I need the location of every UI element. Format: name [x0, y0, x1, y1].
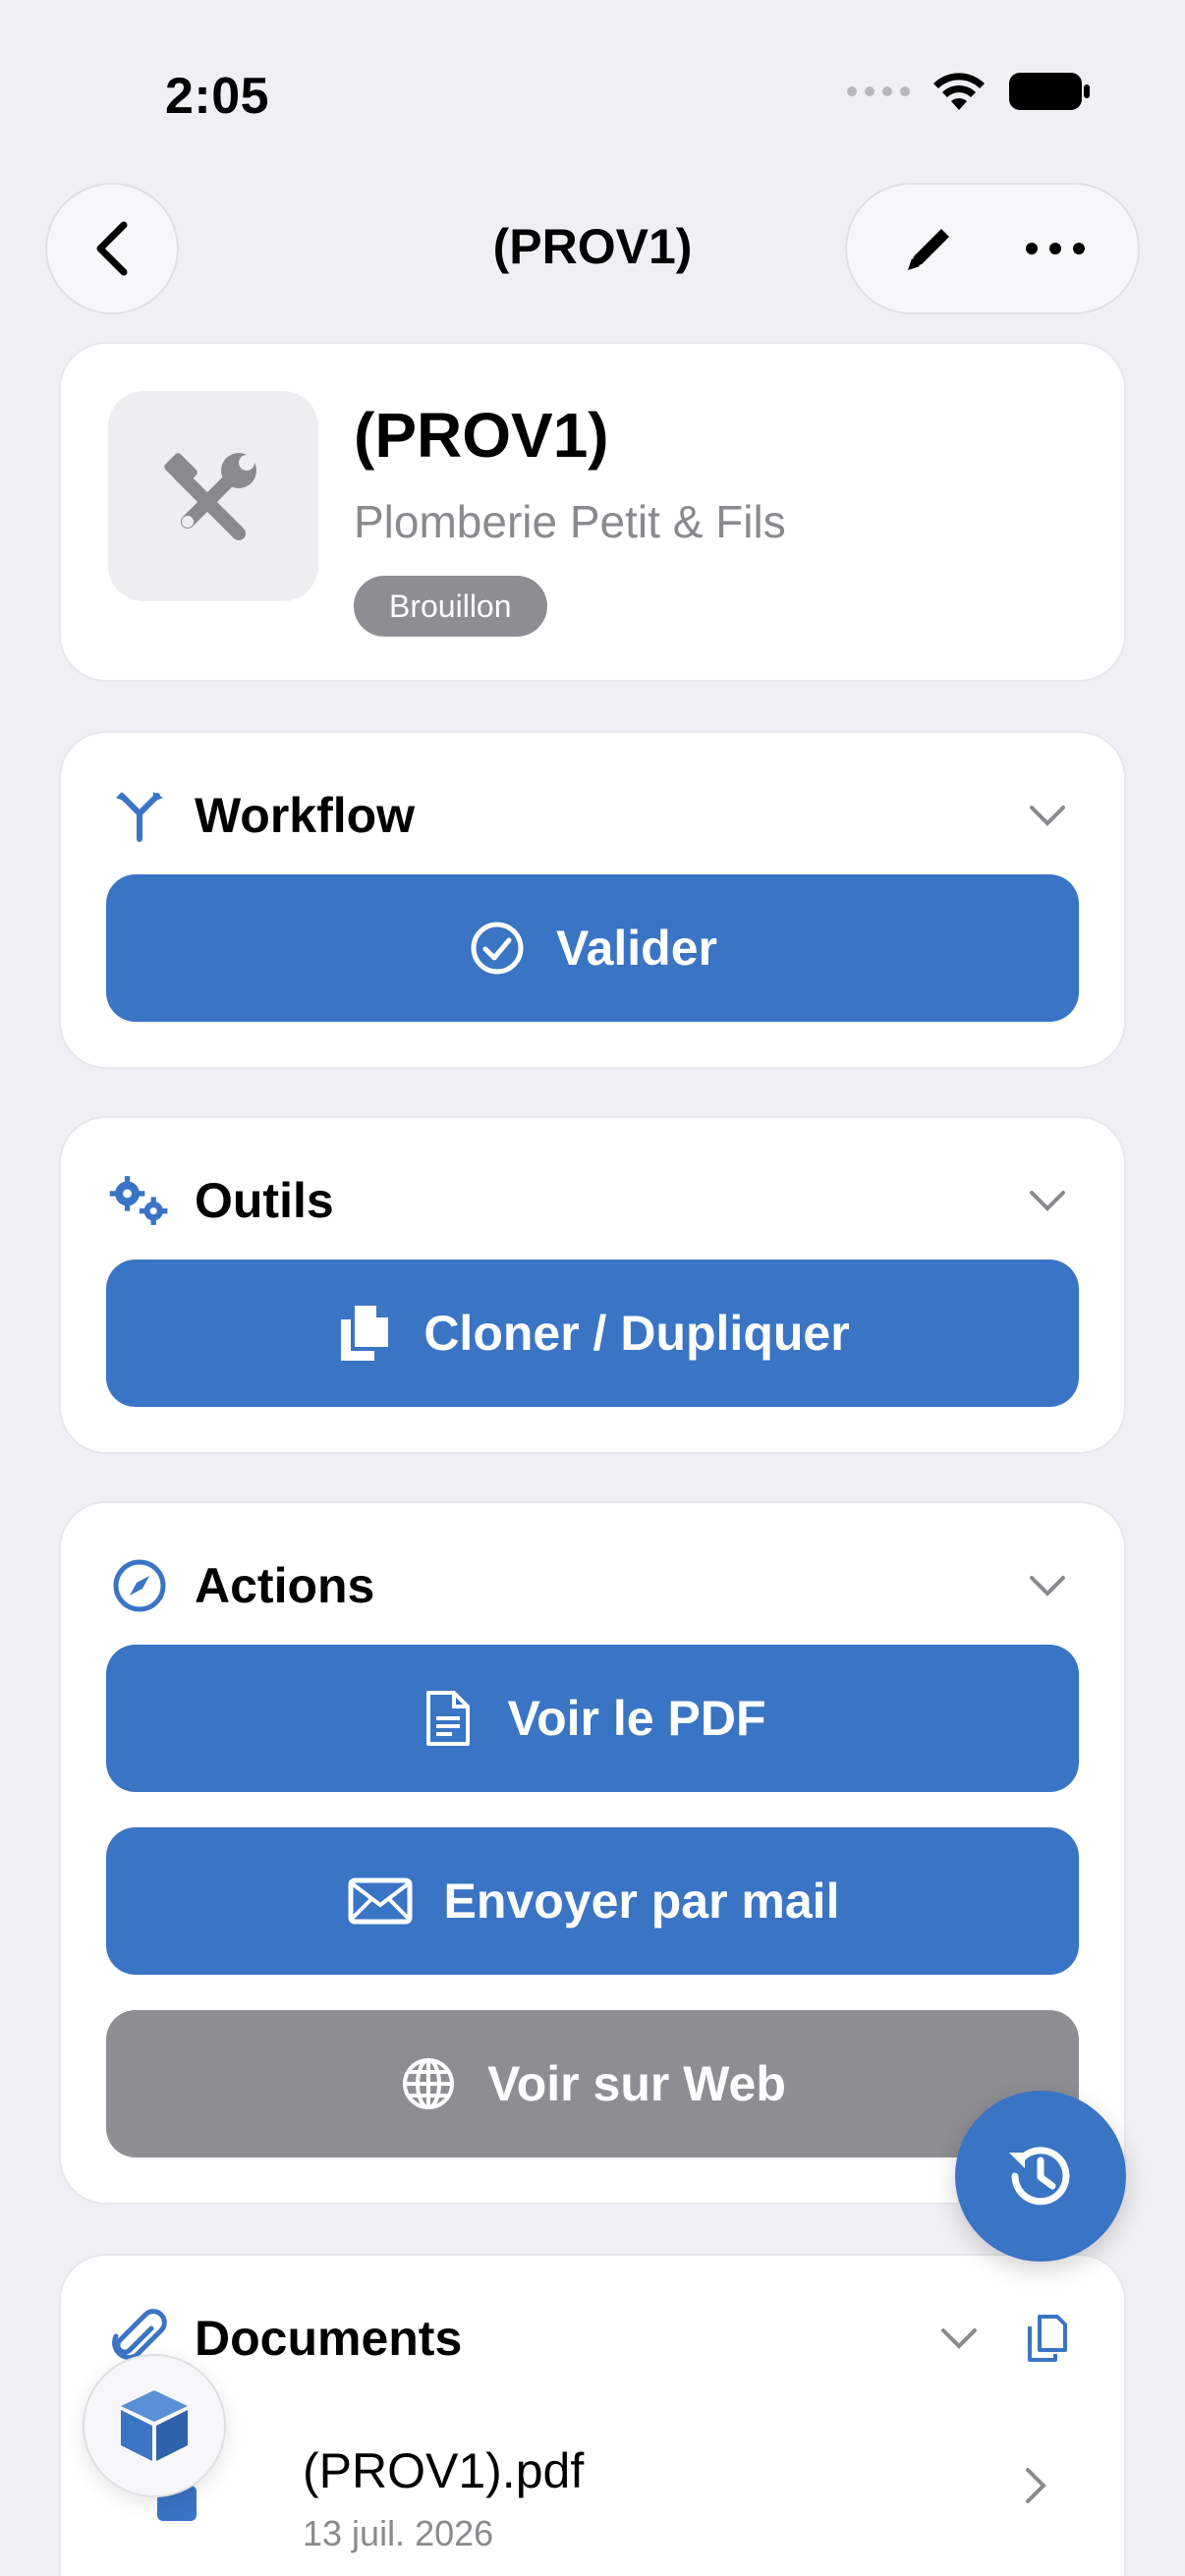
tools-icon [164, 453, 256, 540]
more-button[interactable] [1011, 204, 1100, 293]
view-pdf-label: Voir le PDF [507, 1691, 766, 1746]
view-web-button[interactable]: Voir sur Web [106, 2010, 1079, 2157]
validate-label: Valider [556, 921, 717, 976]
status-bar: 2:05 [0, 0, 1185, 177]
view-pdf-button[interactable]: Voir le PDF [106, 1645, 1079, 1792]
chevron-down-icon[interactable] [1018, 1556, 1077, 1615]
signal-icon [847, 86, 910, 96]
clone-button[interactable]: Cloner / Dupliquer [106, 1260, 1079, 1407]
nav-actions-group [845, 183, 1140, 314]
clone-label: Cloner / Dupliquer [423, 1306, 850, 1361]
send-mail-label: Envoyer par mail [443, 1874, 840, 1929]
actions-section: Actions Voir le PDF Envoyer par mail Voi… [59, 1501, 1126, 2205]
copy-icon [335, 1304, 394, 1363]
compass-icon [108, 1554, 171, 1617]
documents-header[interactable]: Documents [108, 2299, 1077, 2378]
globe-icon [399, 2054, 458, 2113]
check-circle-icon [468, 919, 527, 978]
record-title: (PROV1) [354, 400, 609, 471]
document-date: 13 juil. 2026 [303, 2513, 494, 2553]
status-badge: Brouillon [354, 576, 547, 637]
pencil-icon [908, 229, 949, 270]
documents-title: Documents [195, 2311, 463, 2366]
envelope-icon [346, 1872, 415, 1931]
workflow-header[interactable]: Workflow [108, 776, 1077, 855]
tools-section: Outils Cloner / Dupliquer [59, 1116, 1126, 1454]
actions-title: Actions [195, 1558, 375, 1613]
document-name: (PROV1).pdf [303, 2443, 585, 2498]
history-button[interactable] [955, 2091, 1126, 2262]
chevron-down-icon[interactable] [1018, 786, 1077, 845]
edit-button[interactable] [885, 204, 974, 293]
tools-title: Outils [195, 1173, 334, 1228]
actions-header[interactable]: Actions [108, 1546, 1077, 1625]
list-item[interactable]: (PROV1).pdf 13 juil. 2026 [106, 2423, 1077, 2560]
ellipsis-icon [1026, 243, 1085, 254]
status-time: 2:05 [165, 68, 270, 125]
view-web-label: Voir sur Web [487, 2056, 786, 2111]
chevron-down-icon[interactable] [1018, 1171, 1077, 1230]
gears-icon [108, 1169, 171, 1232]
workflow-section: Workflow Valider [59, 731, 1126, 1069]
chevron-right-icon [1026, 2468, 1046, 2503]
battery-icon [1009, 73, 1090, 110]
tools-header[interactable]: Outils [108, 1161, 1077, 1240]
record-subtitle: Plomberie Petit & Fils [354, 496, 786, 547]
history-icon [1009, 2147, 1070, 2206]
wifi-icon [933, 73, 985, 110]
box-button[interactable] [83, 2354, 226, 2497]
copy-documents-button[interactable] [1018, 2309, 1077, 2368]
chevron-down-icon[interactable] [930, 2309, 988, 2368]
thumbnail [108, 391, 318, 601]
header-card: (PROV1) Plomberie Petit & Fils Brouillon [59, 342, 1126, 682]
workflow-title: Workflow [195, 788, 416, 843]
copy-icon [1028, 2315, 1067, 2362]
status-icons [847, 71, 1091, 112]
send-mail-button[interactable]: Envoyer par mail [106, 1827, 1079, 1975]
document-icon [419, 1689, 478, 1748]
branch-icon [108, 784, 171, 847]
box-icon [121, 2390, 188, 2461]
validate-button[interactable]: Valider [106, 874, 1079, 1022]
